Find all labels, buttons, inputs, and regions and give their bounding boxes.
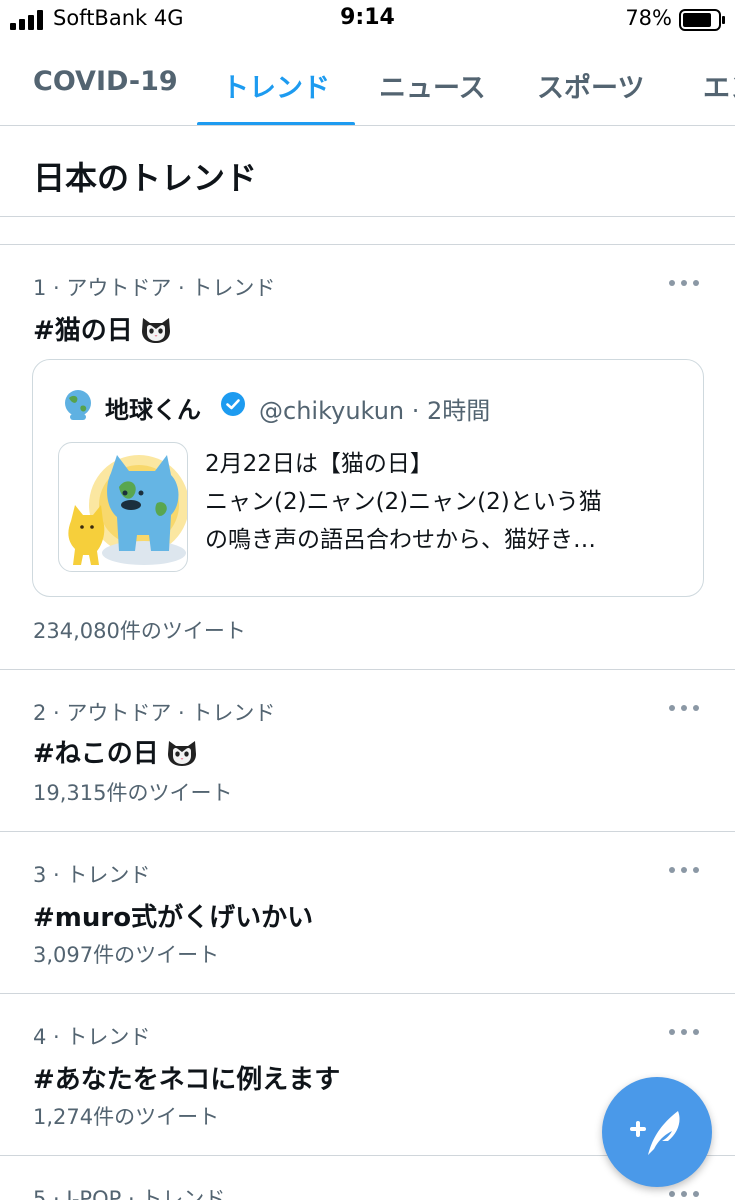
battery-percentage: 78% (625, 6, 672, 30)
tab-trends[interactable]: トレンド (222, 66, 330, 105)
trend-name: #猫の日 (33, 310, 173, 347)
trend-tweet-count: 234,080件のツイート (33, 619, 246, 643)
tweet-handle-time: @chikyukun · 2時間 (259, 397, 491, 425)
trend-name: #ねこの日 (33, 733, 199, 770)
trend-name: #あなたをネコに例えます (33, 1059, 340, 1096)
trend-name: #muro式がくげいかい (33, 897, 313, 934)
trend-hashtag: #ねこの日 (33, 739, 159, 769)
tab-sports[interactable]: スポーツ (537, 66, 644, 105)
compose-tweet-button[interactable] (602, 1077, 712, 1187)
cat-face-emoji-icon (141, 317, 170, 343)
section-header: 日本のトレンド (0, 127, 735, 217)
trend-tweet-count: 3,097件のツイート (33, 943, 220, 967)
active-tab-indicator (197, 122, 355, 125)
trend-hashtag: #猫の日 (33, 316, 133, 346)
trend-meta: 3 · トレンド (33, 863, 151, 887)
trend-hashtag: #あなたをネコに例えます (33, 1065, 341, 1095)
more-horizontal-icon[interactable] (669, 280, 699, 288)
tab-covid19[interactable]: COVID-19 (33, 66, 178, 97)
tab-entertainment[interactable]: エン (703, 66, 735, 105)
trend-meta: 1 · アウトドア · トレンド (33, 276, 276, 300)
quoted-tweet-card[interactable]: 地球くん @chikyukun · 2時間 2月22日は【猫の日】 ニャン(2)… (32, 359, 704, 597)
trend-item[interactable]: 2 · アウトドア · トレンド #ねこの日 19,315件のツイート (0, 670, 735, 832)
more-horizontal-icon[interactable] (669, 705, 699, 713)
more-horizontal-icon[interactable] (669, 1029, 699, 1037)
battery-icon (679, 9, 725, 31)
tweet-text-line: の鳴き声の語呂合わせから、猫好き… (205, 527, 596, 553)
tweet-thumbnail (58, 442, 188, 572)
trend-hashtag: #muro式がくげいかい (33, 903, 314, 933)
trend-tweet-count: 19,315件のツイート (33, 781, 233, 805)
tweet-author-name: 地球くん (105, 396, 201, 424)
tab-news[interactable]: ニュース (379, 66, 486, 105)
tweet-text-line: 2月22日は【猫の日】 (205, 451, 433, 477)
more-horizontal-icon[interactable] (669, 867, 699, 875)
trend-tweet-count: 1,274件のツイート (33, 1105, 220, 1129)
section-divider (0, 217, 735, 245)
trend-meta: 5 · J-POP · トレンド (33, 1187, 226, 1200)
trend-meta: 2 · アウトドア · トレンド (33, 701, 276, 725)
compose-tweet-icon (630, 1111, 680, 1155)
avatar (65, 390, 91, 420)
section-title: 日本のトレンド (33, 159, 258, 197)
more-horizontal-icon[interactable] (669, 1191, 699, 1199)
trend-item[interactable]: 3 · トレンド #muro式がくげいかい 3,097件のツイート (0, 832, 735, 994)
verified-badge-icon (221, 392, 245, 416)
trend-meta: 4 · トレンド (33, 1025, 151, 1049)
trend-item[interactable]: 1 · アウトドア · トレンド #猫の日 地球くん @chikyukun · … (0, 245, 735, 670)
explore-tabbar: COVID-19 トレンド ニュース スポーツ エン (0, 44, 735, 126)
status-bar: SoftBank 4G 9:14 78% (0, 0, 735, 40)
tweet-text-line: ニャン(2)ニャン(2)ニャン(2)という猫 (205, 489, 602, 515)
cat-face-emoji-icon (167, 740, 196, 766)
